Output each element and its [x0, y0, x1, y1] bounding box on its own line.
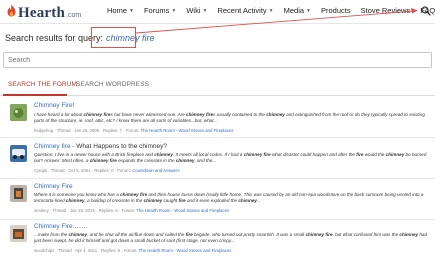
- nav-recent-activity-label: Recent Activity: [217, 6, 267, 15]
- top-navigation-bar: Hearth .com Home ▼ Forums ▼ Wiki ▼ Recen…: [0, 0, 435, 24]
- result-title-suffix: - What Happens to the chimney?: [70, 143, 167, 150]
- result-item: Chimney fire - What Happens to the chimn…: [0, 138, 435, 179]
- logo-suffix: .com: [66, 12, 82, 19]
- result-meta: woodchips · Thread · Apr 4, 2011 · Repli…: [34, 248, 231, 253]
- result-title[interactable]: Chimney Fire: [34, 183, 73, 190]
- nav-recent-activity[interactable]: Recent Activity ▼: [217, 6, 273, 15]
- nav-wiki-label: Wiki: [186, 6, 201, 15]
- user-avatar-icon: [10, 145, 27, 162]
- result-item: Chimney Fire! I have heard a lot about c…: [0, 97, 435, 138]
- search-input[interactable]: [3, 52, 432, 68]
- user-avatar-icon: [10, 225, 27, 242]
- nav-products-label: Products: [321, 6, 351, 15]
- result-forum-link[interactable]: The Hearth Room - Wood Stoves and Firepl…: [136, 208, 229, 213]
- nav-home-label: Home: [107, 6, 128, 15]
- result-snippet: Where it is someone you know who has a c…: [34, 192, 424, 204]
- result-meta: hedgehog · Thread · Jan 25, 2006 · Repli…: [34, 128, 233, 133]
- nav-media-label: Media: [283, 6, 305, 15]
- query-highlight-box: [91, 27, 136, 48]
- nav-wiki[interactable]: Wiki ▼: [186, 6, 207, 15]
- chevron-down-icon: ▼: [268, 7, 274, 14]
- avatar[interactable]: [10, 225, 27, 242]
- nav-media[interactable]: Media ▼: [284, 6, 311, 15]
- active-tab-indicator: [3, 94, 67, 96]
- result-forum-link[interactable]: The Hearth Room - Wood Stoves and Firepl…: [139, 248, 232, 253]
- flame-icon: [7, 4, 16, 17]
- nav-products[interactable]: Products: [321, 6, 351, 15]
- nav-forums-label: Forums: [143, 6, 170, 15]
- search-tabs: SEARCH THE FORUM SEARCH WORDPRESS: [0, 74, 435, 96]
- result-title[interactable]: Chimney Fire!: [34, 102, 74, 109]
- result-snippet: ...make from the chimney, and he shut al…: [34, 232, 428, 244]
- chevron-down-icon: ▼: [129, 7, 134, 14]
- chevron-down-icon: ▼: [306, 7, 311, 14]
- tab-search-wordpress[interactable]: SEARCH WORDPRESS: [76, 81, 149, 88]
- avatar[interactable]: [10, 145, 27, 162]
- search-icon[interactable]: [421, 6, 431, 16]
- result-author[interactable]: hedgehog: [34, 128, 53, 133]
- result-author[interactable]: woodchips: [34, 248, 54, 253]
- chevron-down-icon: ▼: [202, 7, 208, 14]
- site-logo[interactable]: Hearth .com: [6, 4, 81, 22]
- result-author[interactable]: Cjsupk: [34, 168, 47, 173]
- result-title-main: Chimney Fire: [34, 102, 73, 109]
- result-meta-info: · Thread · Oct 5, 2001 · Replies: 0 · Fo…: [47, 168, 133, 173]
- result-item: Chimney Fire........ ...make from the ch…: [0, 220, 435, 270]
- result-title[interactable]: Chimney Fire........: [34, 223, 87, 230]
- result-meta: Cjsupk · Thread · Oct 5, 2001 · Replies:…: [34, 168, 180, 173]
- avatar[interactable]: [10, 104, 27, 121]
- logo-text: Hearth: [18, 5, 66, 21]
- result-title-main: Chimney Fire: [34, 223, 73, 230]
- result-meta-info: · Thread · Jan 25, 2006 · Replies: 7 · F…: [53, 128, 141, 133]
- result-snippet: I have heard a lot about chimney fires b…: [34, 112, 425, 124]
- result-meta-info: · Thread · Apr 4, 2011 · Replies: 5 · Fo…: [54, 248, 139, 253]
- result-meta-info: · Thread · Jan 18, 2016 · Replies: 5 · F…: [48, 208, 137, 213]
- result-title-main: Chimney Fire: [34, 183, 73, 190]
- result-snippet: Question: I live in a newer house with a…: [34, 152, 427, 164]
- main-nav: Home ▼ Forums ▼ Wiki ▼ Recent Activity ▼…: [107, 6, 435, 15]
- result-forum-link[interactable]: The Hearth Room - Wood Stoves and Firepl…: [141, 128, 234, 133]
- result-forum-link[interactable]: Countdown and Answers: [132, 168, 180, 173]
- chevron-down-icon: ▼: [171, 7, 177, 14]
- nav-stove-reviews-label: Stove Reviews: [360, 6, 411, 15]
- nav-home[interactable]: Home ▼: [107, 6, 134, 15]
- result-item: Chimney Fire Where it is someone you kno…: [0, 179, 435, 220]
- result-title-suffix: ........: [72, 223, 88, 230]
- result-author[interactable]: smokey: [34, 208, 49, 213]
- result-title[interactable]: Chimney fire - What Happens to the chimn…: [34, 143, 167, 150]
- avatar[interactable]: [10, 185, 27, 202]
- user-avatar-icon: [10, 104, 27, 121]
- results-heading-prefix: Search results for query:: [5, 33, 104, 43]
- result-title-main: Chimney fire: [34, 143, 71, 150]
- nav-forums[interactable]: Forums ▼: [144, 6, 176, 15]
- result-meta: smokey · Thread · Jan 18, 2016 · Replies…: [34, 208, 229, 213]
- result-title-suffix: !: [72, 102, 75, 109]
- user-avatar-icon: [10, 185, 27, 202]
- nav-stove-reviews[interactable]: Stove Reviews: [361, 6, 411, 15]
- tab-search-the-forum[interactable]: SEARCH THE FORUM: [8, 81, 77, 88]
